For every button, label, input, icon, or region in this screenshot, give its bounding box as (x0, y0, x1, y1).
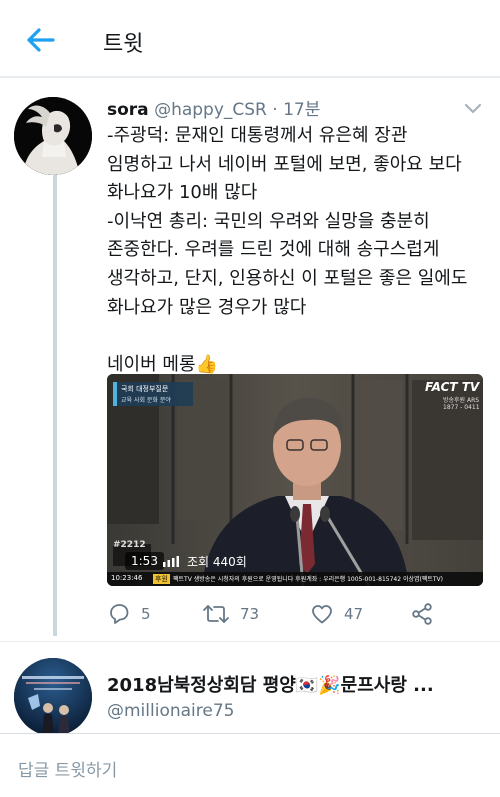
tweet-line: 임명하고 나서 네이버 포털에 보면, 좋아요 보다 (107, 153, 462, 175)
next-tweet-handle[interactable]: @millionaire75 (107, 701, 234, 721)
avatar[interactable] (14, 658, 92, 736)
next-tweet-author[interactable]: 2018남북정상회담 평양🇰🇷🎉문프사랑 ... (107, 671, 434, 697)
ticker-tag: 후원 (153, 574, 170, 584)
chevron-down-icon (464, 103, 482, 114)
top-bar: 트윗 (0, 0, 500, 78)
author-handle[interactable]: @happy_CSR (154, 100, 267, 120)
overlay-title: 국회 대정부질문 (121, 385, 169, 393)
tweet-line: -이낙연 총리: 국민의 우려와 실망을 충분히 (107, 210, 430, 232)
broadcast-number: 1877 - 0411 (443, 404, 480, 411)
page-title: 트윗 (103, 32, 144, 57)
signal-bars-icon (163, 556, 179, 567)
reply-icon (110, 604, 129, 624)
avatar[interactable] (14, 97, 92, 175)
share-icon (412, 603, 432, 625)
retweet-count: 73 (240, 605, 260, 623)
back-button[interactable] (20, 22, 60, 58)
video-clock: 10:23:46 (111, 574, 143, 582)
channel-badge: #2212 (113, 540, 146, 550)
tweet-text: -주광덕: 문재인 대통령께서 유은혜 장관 임명하고 나서 네이버 포털에 보… (107, 122, 492, 379)
overlay-subtitle: 교육 사회 문화 분야 (121, 397, 171, 404)
like-button[interactable]: 47 (310, 600, 363, 628)
avatar-image (14, 658, 92, 736)
video-views-badge: 조회 440회 (157, 552, 253, 570)
tweet-line: 화나요가 10배 많다 (107, 182, 258, 204)
share-button[interactable] (410, 600, 434, 628)
broadcast-logo: FACT TV (425, 380, 480, 394)
retweet-icon (203, 605, 229, 623)
reply-count: 5 (141, 605, 151, 623)
back-arrow-icon (27, 28, 55, 52)
reply-composer: 답글 트윗하기 (0, 733, 500, 797)
heart-icon (312, 605, 332, 624)
reply-input[interactable]: 답글 트윗하기 (18, 756, 117, 781)
author-name[interactable]: sora (107, 100, 149, 120)
retweet-button[interactable]: 73 (202, 600, 259, 628)
video-duration: 1:53 (131, 554, 158, 568)
tweet-line: -주광덕: 문재인 대통령께서 유은혜 장관 (107, 125, 408, 146)
video-views: 조회 440회 (187, 554, 247, 569)
tweet-header: sora @happy_CSR · 17분 (107, 95, 320, 120)
tweet-menu-button[interactable] (463, 101, 483, 120)
thread-connector-line (53, 168, 57, 636)
tweet-line: 화나요가 많은 경우가 많다 (107, 296, 307, 318)
avatar-image (14, 97, 92, 175)
like-count: 47 (344, 605, 364, 623)
tweet-line: 생각하고, 단지, 인용하신 이 포털은 좋은 일에도 (107, 267, 468, 289)
broadcast-sub: 방송후원 ARS (443, 397, 480, 404)
reply-button[interactable]: 5 (107, 600, 151, 628)
tweet-actions: 5 73 47 (107, 600, 467, 628)
ticker-text: 팩트TV 생방송은 시청자의 후원으로 운영됩니다 후원계좌 : 우리은행 10… (173, 576, 444, 583)
tweet-time[interactable]: 17분 (283, 100, 320, 120)
divider (0, 641, 500, 642)
separator-dot: · (272, 100, 278, 120)
tweet-line: 존중한다. 우려를 드린 것에 대해 송구스럽게 (107, 239, 440, 261)
tweet-video[interactable]: 국회 대정부질문 교육 사회 문화 분야 FACT TV 방송후원 ARS 18… (107, 374, 483, 586)
